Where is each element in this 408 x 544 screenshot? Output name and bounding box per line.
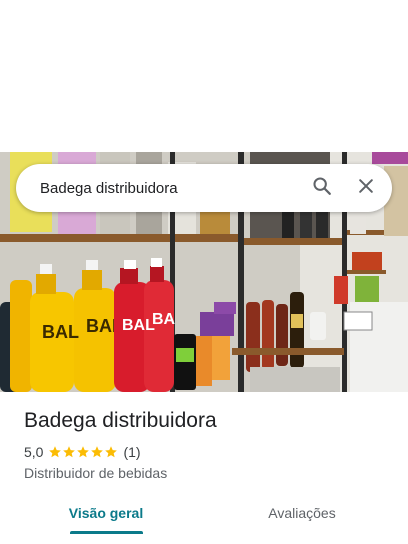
star-icon	[76, 445, 90, 459]
rating-row[interactable]: 5,0 (1)	[24, 443, 394, 461]
rating-value: 5,0	[24, 444, 44, 460]
tab-overview[interactable]: Visão geral	[52, 494, 160, 534]
svg-text:BA: BA	[152, 311, 176, 328]
place-title: Badega distribuidora	[24, 409, 217, 432]
svg-text:BAL: BAL	[122, 317, 155, 334]
tab-reviews[interactable]: Avaliações	[248, 494, 356, 534]
close-icon	[356, 176, 376, 201]
place-category[interactable]: Distribuidor de bebidas	[24, 464, 394, 482]
search-bar[interactable]: Badega distribuidora	[16, 164, 392, 212]
star-rating	[48, 445, 118, 459]
search-input[interactable]: Badega distribuidora	[16, 180, 302, 197]
review-count: (1)	[123, 444, 141, 460]
star-icon	[48, 445, 62, 459]
place-tabs: Visão geral Avaliações	[0, 494, 408, 538]
svg-text:BAL: BAL	[42, 322, 79, 342]
star-icon	[90, 445, 104, 459]
star-icon	[62, 445, 76, 459]
search-button[interactable]	[302, 168, 342, 208]
top-blank-area	[0, 0, 408, 152]
star-icon	[104, 445, 118, 459]
search-icon	[311, 175, 333, 202]
active-tab-indicator	[70, 531, 143, 534]
clear-button[interactable]	[346, 168, 386, 208]
place-info: Badega distribuidora 5,0 (1) Distribuido…	[24, 407, 394, 482]
